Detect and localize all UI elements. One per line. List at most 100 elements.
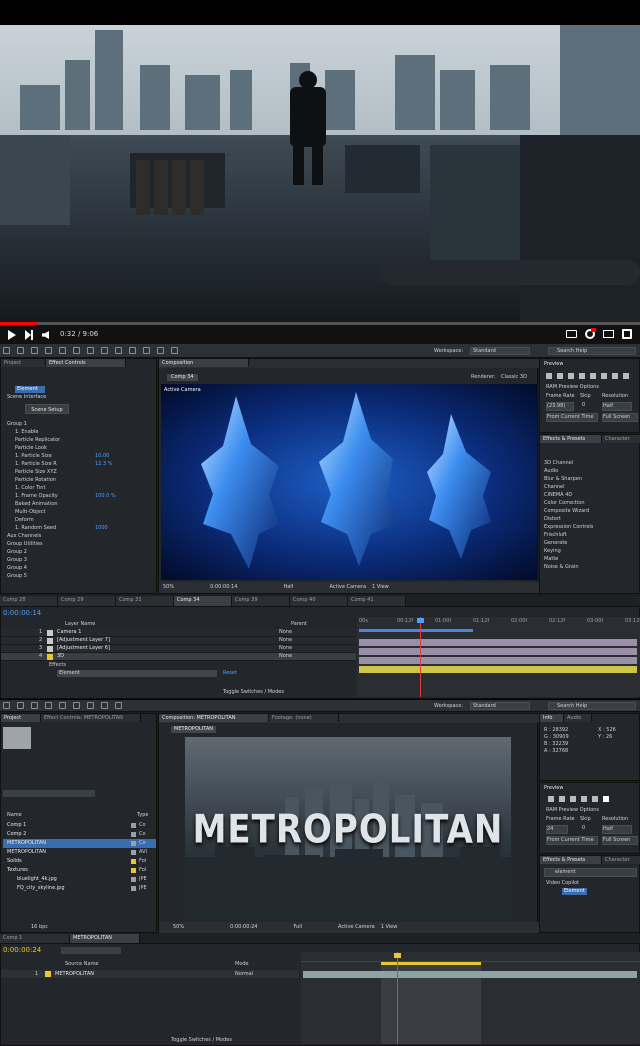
project-item-name[interactable]: FQ_city_skyline.jpg [3,885,131,892]
effects-category[interactable]: Frischluft [544,532,639,540]
ram-preview-label[interactable]: RAM Preview Options [546,384,599,391]
effect-row[interactable]: Group 4 [5,564,155,572]
layer-name[interactable]: Camera 1 [57,629,207,636]
layer-row[interactable]: 1 METROPOLITAN Normal [1,970,299,978]
effect-row[interactable]: Particle Rotation [5,476,155,484]
scene-setup-button[interactable]: Scene Setup [25,404,69,414]
project-item[interactable]: FQ_city_skyline.jpg JPE [3,884,156,893]
rotate-tool-icon[interactable] [45,702,52,709]
zoom-select[interactable]: 50% [163,584,174,591]
playhead-handle[interactable] [417,618,424,623]
effects-category[interactable]: Channel [544,484,639,492]
timeline-tab[interactable]: Comp 39 [232,596,290,606]
full-screen-button[interactable]: Full Screen [602,836,638,845]
toggle-switches[interactable]: Toggle Switches / Modes [171,1037,232,1044]
search-help-input[interactable]: Search Help [548,702,636,710]
selection-tool-icon[interactable] [3,347,10,354]
rotate-tool-icon[interactable] [45,347,52,354]
label-color[interactable] [131,841,136,846]
timeline-tab[interactable]: Comp 1 [0,934,70,943]
layer-row[interactable]: 3 [Adjustment Layer 6] None [1,645,356,653]
label-color[interactable] [47,653,53,660]
effect-row[interactable]: Group 3 [5,556,155,564]
timeline-search[interactable] [61,947,121,954]
play-preview-icon[interactable] [568,373,574,379]
layer-name[interactable]: 3D [57,653,207,660]
effect-row[interactable]: 1. Particle Size 10.00 [5,452,155,460]
play-preview-icon[interactable] [570,796,576,802]
effects-search-input[interactable]: element [544,868,637,877]
project-item[interactable]: METROPOLITAN Co [3,839,156,848]
pen-tool-icon[interactable] [73,702,80,709]
label-color[interactable] [47,637,53,644]
volume-icon[interactable] [42,331,49,339]
viewer-canvas-2[interactable]: METROPOLITAN [185,737,511,919]
selection-tool-icon[interactable] [3,702,10,709]
project-item[interactable]: Comp 1 Co [3,821,156,830]
layer-track-bar[interactable] [303,971,637,978]
timeline-tab[interactable]: METROPOLITAN [70,934,140,943]
ram-preview-icon[interactable] [623,373,629,379]
track-bar-2[interactable] [359,648,637,655]
zoom-select[interactable]: 50% [173,924,184,931]
work-area-bar[interactable] [359,629,473,632]
track-bar-4[interactable] [359,666,637,673]
tab-character[interactable]: Character [602,435,640,443]
ram-preview-label[interactable]: RAM Preview Options [546,807,599,814]
layer-name[interactable]: METROPOLITAN [55,971,215,978]
effect-row[interactable]: 1. Color Tint [5,484,155,492]
layer-row[interactable]: 2 [Adjustment Layer 7] None [1,637,356,645]
effects-category[interactable]: Matte [544,556,639,564]
toggle-switches[interactable]: Toggle Switches / Modes [223,689,284,696]
fullscreen-icon[interactable] [622,329,632,339]
brush-tool-icon[interactable] [129,347,136,354]
label-color[interactable] [131,886,136,891]
label-color[interactable] [131,832,136,837]
first-frame-icon[interactable] [546,373,552,379]
video-frame[interactable] [0,25,640,330]
effect-row[interactable]: Deform [5,516,155,524]
timeline-tab[interactable]: Comp 28 [0,596,58,606]
effect-row[interactable]: Particle Look [5,444,155,452]
timeline-tab[interactable]: Comp 34 [174,596,232,606]
cc-icon[interactable] [566,330,577,338]
pen-tool-icon[interactable] [101,347,108,354]
layer-row[interactable]: 4 3D None [1,653,356,661]
label-color[interactable] [47,629,53,636]
tab-character[interactable]: Character [602,856,640,864]
effects-category[interactable]: Expression Controls [544,524,639,532]
camera-select[interactable]: Active Camera [338,924,375,931]
text-tool-icon[interactable] [115,347,122,354]
viewer-canvas[interactable]: Active Camera [161,384,537,580]
prev-frame-icon[interactable] [559,796,565,802]
puppet-tool-icon[interactable] [171,347,178,354]
pan-tool-icon[interactable] [73,347,80,354]
viewer-timecode[interactable]: 0:00:00:24 [230,924,257,931]
effect-row[interactable]: 1. Particle Size R 12.3 % [5,460,155,468]
tab-effects-presets[interactable]: Effects & Presets [540,856,602,864]
frame-rate-select[interactable]: 24 [546,825,568,834]
effect-row[interactable]: Group 1 [5,420,155,428]
tab-composition[interactable]: Composition [159,359,249,367]
layer-parent[interactable]: None [279,629,292,636]
effect-row[interactable]: Particle Size XYZ [5,468,155,476]
effect-row[interactable]: 1. Enable [5,428,155,436]
label-color[interactable] [47,645,53,652]
progress-track[interactable] [0,322,640,325]
camera-select[interactable]: Active Camera [329,584,366,591]
effects-category[interactable]: Composite Wizard [544,508,639,516]
track-area[interactable]: 00s 00:12f 01:00f 01:12f 02:00f 02:12f 03:00f 0… [357,617,640,697]
layer-element-chip[interactable]: Element [15,386,45,393]
label-color[interactable] [131,877,136,882]
effect-row[interactable]: Multi-Object [5,508,155,516]
timeline-tab[interactable]: Comp 41 [348,596,406,606]
prev-frame-icon[interactable] [557,373,563,379]
mask-tool-icon[interactable] [87,347,94,354]
element-effect-row[interactable]: Element [57,670,217,677]
name-header[interactable]: Name [7,812,22,819]
project-item-name[interactable]: bluelight_4k.jpg [3,876,131,883]
from-current-button[interactable]: From Current Time [546,836,598,845]
loop-icon[interactable] [612,373,618,379]
tab-info[interactable]: Info [540,714,564,722]
tab-effect-controls[interactable]: Effect Controls: METROPOLITAN [41,714,141,722]
